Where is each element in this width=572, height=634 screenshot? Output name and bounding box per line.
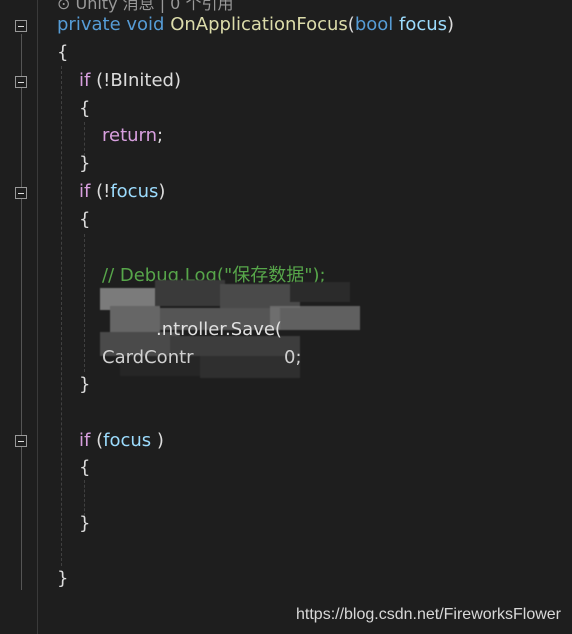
fold-collapse-icon[interactable] [15, 20, 27, 32]
paren-open: ( [347, 14, 355, 35]
keyword-return: return [102, 125, 158, 146]
keyword-void: void [126, 14, 165, 35]
if-focus-open-brace: { [79, 457, 91, 478]
indent-guide [84, 122, 85, 156]
obscured-line-3-tail: 0; [284, 346, 302, 370]
method-close-brace: } [57, 568, 69, 589]
if-binited-close-brace: } [79, 153, 91, 174]
obscured-text-3: CardContr [102, 347, 194, 368]
cond-open: (! [96, 70, 111, 91]
return-line: return; [102, 124, 163, 148]
parameter-focus[interactable]: focus [110, 181, 158, 202]
fold-collapse-icon[interactable] [15, 76, 27, 88]
method-open-brace: { [57, 42, 69, 63]
cond-close: ) [158, 181, 166, 202]
fold-collapse-icon[interactable] [15, 435, 27, 447]
obscured-text-2: .ntroller.Save( [156, 319, 282, 340]
cond-open: (! [96, 181, 111, 202]
if-focus-close-brace: } [79, 513, 91, 534]
indent-guide [61, 66, 62, 566]
editor-gutter-separator [37, 0, 38, 634]
fold-collapse-icon[interactable] [15, 187, 27, 199]
parameter-focus[interactable]: focus [103, 430, 151, 451]
indent-guide [84, 234, 85, 372]
if-not-focus-open-brace: { [79, 209, 91, 230]
method-signature-line: private void OnApplicationFocus(bool foc… [57, 13, 454, 37]
outline-rail [21, 34, 22, 590]
paren-close: ) [447, 14, 455, 35]
obscured-line-2: .ntroller.Save( [156, 318, 282, 342]
keyword-if: if [79, 181, 91, 202]
cond-close: ) [151, 430, 164, 451]
if-binited-line: if (!BInited) [79, 69, 181, 93]
keyword-if: if [79, 70, 91, 91]
method-name[interactable]: OnApplicationFocus [170, 14, 348, 35]
if-focus-line: if (focus ) [79, 429, 164, 453]
keyword-private: private [57, 14, 121, 35]
source-watermark: https://blog.csdn.net/FireworksFlower [296, 606, 561, 623]
obscured-text-3-tail: 0; [284, 347, 302, 368]
keyword-if: if [79, 430, 91, 451]
if-binited-open-brace: { [79, 98, 91, 119]
cond-close: ) [173, 70, 181, 91]
semicolon: ; [157, 125, 164, 146]
obscured-line-3: CardContr [102, 346, 194, 370]
keyword-bool: bool [354, 14, 394, 35]
field-binited[interactable]: BInited [110, 70, 174, 91]
if-not-focus-close-brace: } [79, 374, 91, 395]
indent-guide [84, 480, 85, 516]
if-not-focus-line: if (!focus) [79, 180, 165, 204]
parameter-focus[interactable]: focus [399, 14, 447, 35]
